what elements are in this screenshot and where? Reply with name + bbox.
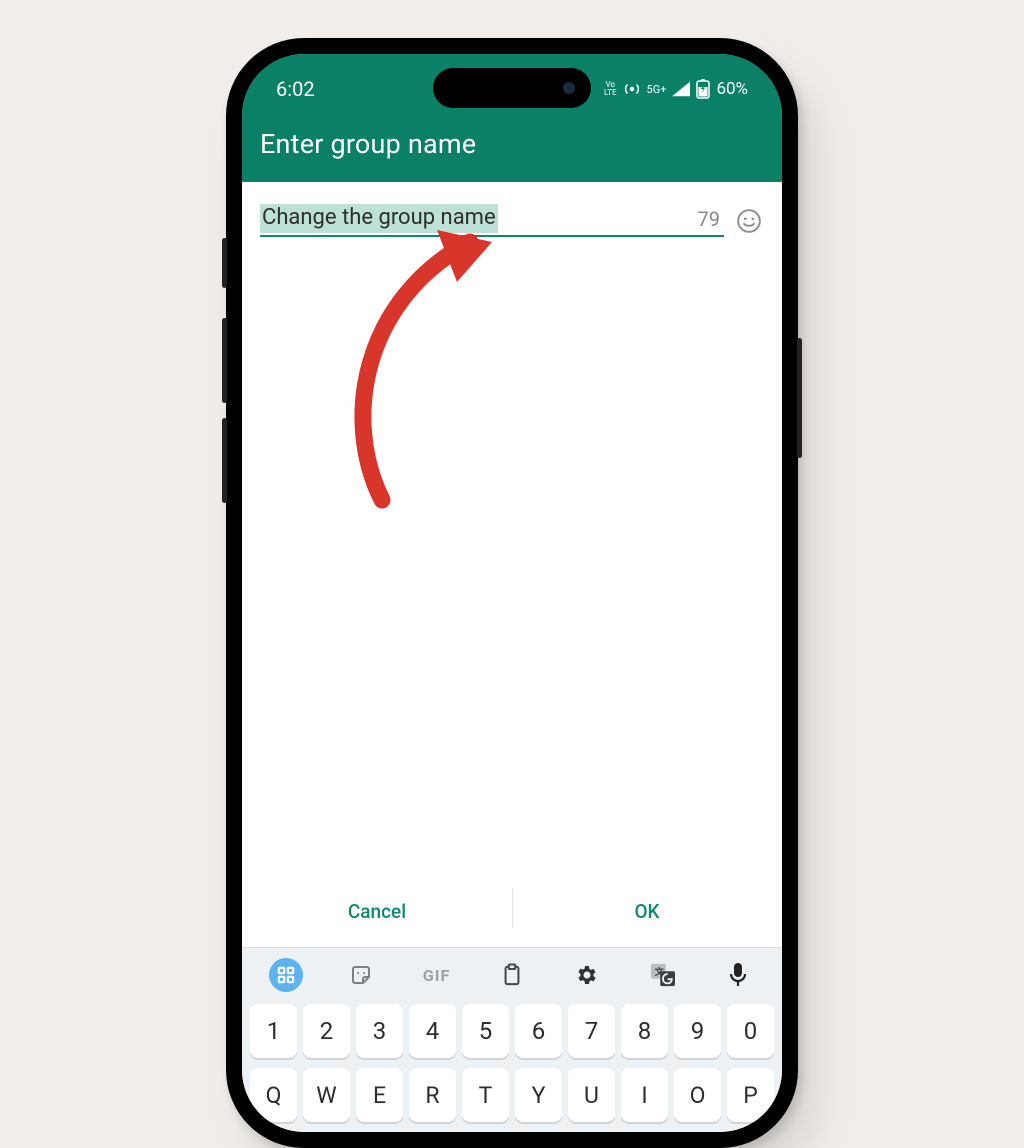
battery-label: 60% [716, 79, 748, 99]
key-5[interactable]: 5 [462, 1004, 509, 1058]
volte-icon: VoLTE [604, 81, 617, 97]
key-e[interactable]: E [356, 1068, 403, 1122]
key-3[interactable]: 3 [356, 1004, 403, 1058]
status-time: 6:02 [276, 77, 315, 101]
page-title: Enter group name [242, 112, 782, 182]
kb-clipboard-button[interactable] [474, 963, 549, 987]
kb-settings-button[interactable] [550, 963, 625, 987]
key-8[interactable]: 8 [621, 1004, 668, 1058]
key-u[interactable]: U [568, 1068, 615, 1122]
char-counter: 79 [698, 207, 724, 231]
cancel-button[interactable]: Cancel [242, 878, 512, 947]
hotspot-icon [623, 80, 641, 98]
dialog-buttons: Cancel OK [242, 878, 782, 947]
content-area: Change the group name 79 [242, 182, 782, 878]
key-7[interactable]: 7 [568, 1004, 615, 1058]
kb-translate-button[interactable]: 文 [625, 963, 700, 987]
volume-down-button [222, 418, 227, 503]
kb-apps-button[interactable] [248, 958, 323, 992]
signal-icon [672, 81, 690, 97]
group-name-row: Change the group name 79 [260, 204, 764, 237]
key-o[interactable]: O [674, 1068, 721, 1122]
annotation-arrow-icon [302, 220, 542, 520]
keyboard-rows: 1234567890 QWERTYUIOP [242, 1004, 782, 1122]
network-label: 5G+ [647, 83, 667, 96]
side-button [222, 238, 227, 288]
key-i[interactable]: I [621, 1068, 668, 1122]
power-button [797, 338, 802, 458]
sticker-icon [349, 963, 373, 987]
key-1[interactable]: 1 [250, 1004, 297, 1058]
key-2[interactable]: 2 [303, 1004, 350, 1058]
group-name-input[interactable]: Change the group name [260, 204, 498, 233]
grid-icon [277, 966, 295, 984]
key-6[interactable]: 6 [515, 1004, 562, 1058]
key-q[interactable]: Q [250, 1068, 297, 1122]
key-y[interactable]: Y [515, 1068, 562, 1122]
letter-row: QWERTYUIOP [248, 1068, 776, 1122]
number-row: 1234567890 [248, 1004, 776, 1058]
emoji-icon [736, 208, 762, 234]
volume-up-button [222, 318, 227, 403]
dynamic-island [433, 68, 591, 108]
gif-label: GIF [423, 966, 450, 985]
phone-frame: 6:02 VoLTE 5G+ 60% Enter group name Chan… [226, 38, 798, 1148]
emoji-button[interactable] [734, 206, 764, 236]
status-icons: VoLTE 5G+ 60% [604, 79, 748, 99]
group-name-input-wrap[interactable]: Change the group name 79 [260, 204, 724, 237]
key-9[interactable]: 9 [674, 1004, 721, 1058]
mic-icon [729, 962, 747, 988]
key-p[interactable]: P [727, 1068, 774, 1122]
key-t[interactable]: T [462, 1068, 509, 1122]
screen: 6:02 VoLTE 5G+ 60% Enter group name Chan… [242, 54, 782, 1132]
key-0[interactable]: 0 [727, 1004, 774, 1058]
key-w[interactable]: W [303, 1068, 350, 1122]
key-r[interactable]: R [409, 1068, 456, 1122]
key-4[interactable]: 4 [409, 1004, 456, 1058]
ok-button[interactable]: OK [512, 878, 782, 947]
kb-mic-button[interactable] [701, 962, 776, 988]
clipboard-icon [501, 963, 523, 987]
gear-icon [575, 963, 599, 987]
keyboard: GIF 文 1234567890 QWERTYUIOP [242, 947, 782, 1132]
battery-icon [696, 79, 710, 99]
kb-gif-button[interactable]: GIF [399, 966, 474, 985]
keyboard-toolbar: GIF 文 [242, 948, 782, 1004]
kb-sticker-button[interactable] [323, 963, 398, 987]
translate-icon: 文 [650, 963, 676, 987]
